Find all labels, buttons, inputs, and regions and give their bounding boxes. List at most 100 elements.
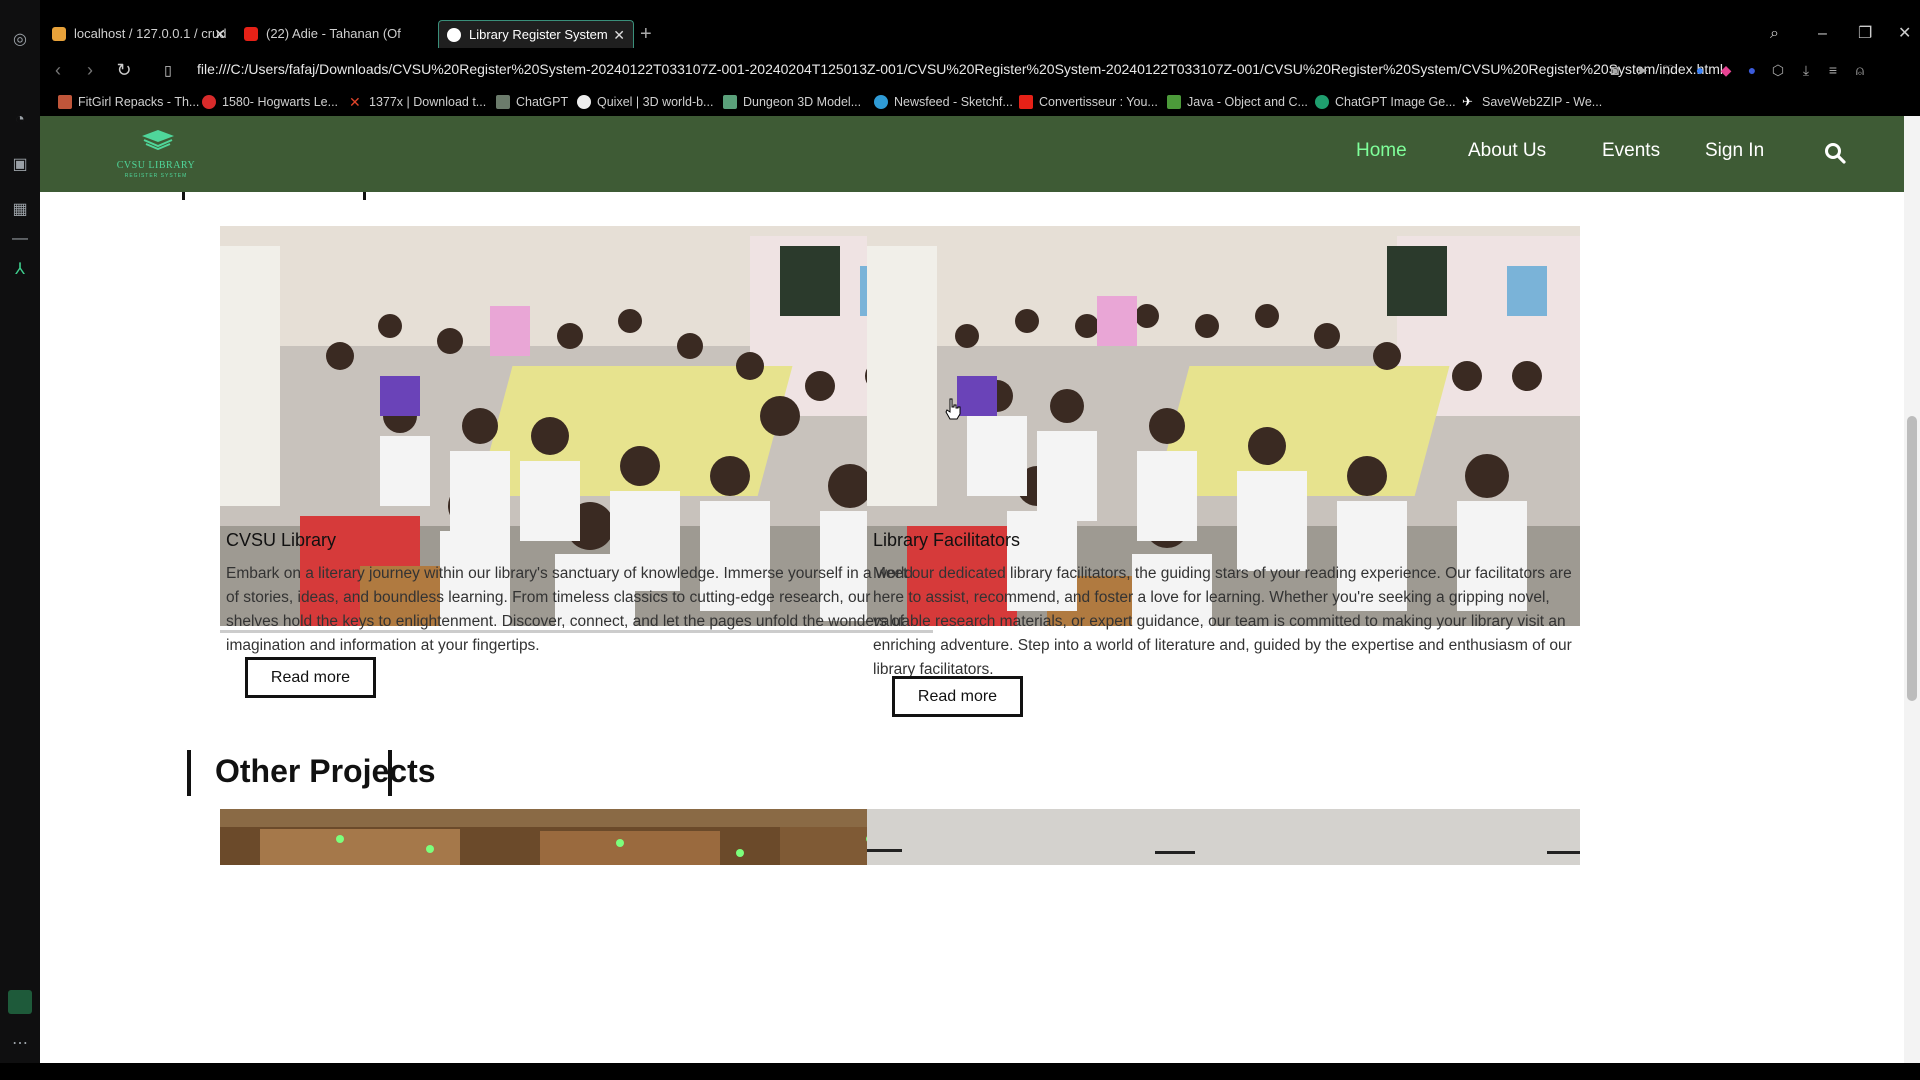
nav-events[interactable]: Events [1602, 140, 1660, 162]
card-description: Meet our dedicated library facilitators,… [873, 565, 1572, 678]
reload-icon[interactable]: ↻ [112, 58, 136, 82]
speed-dial-icon[interactable]: ◔ [8, 108, 32, 132]
bookmark-label: ChatGPT [516, 95, 569, 109]
bookmark-item[interactable]: ChatGPT [496, 92, 568, 112]
bookmark-item[interactable]: FitGirl Repacks - Th... [58, 92, 199, 112]
bookmark-favicon-icon [58, 95, 72, 109]
search-icon[interactable] [1824, 142, 1846, 164]
app-icon[interactable]: ⅄ [8, 258, 32, 282]
new-tab-button[interactable]: + [640, 20, 652, 48]
bookmark-label: Newsfeed - Sketchf... [894, 95, 1013, 109]
heading-divider [187, 750, 191, 796]
heart-icon[interactable]: ♡ [1658, 60, 1678, 80]
briefcase-icon[interactable]: ▣ [8, 153, 32, 177]
menu-icon[interactable]: ≡ [1823, 60, 1843, 80]
file-icon: ▯ [164, 62, 172, 78]
bookmark-favicon-icon [202, 95, 216, 109]
nav-sign-in[interactable]: Sign In [1705, 140, 1764, 162]
restore-icon[interactable]: ❐ [1858, 20, 1872, 48]
forward-icon[interactable]: › [78, 58, 102, 82]
bookmark-favicon-icon [874, 95, 888, 109]
bookmark-favicon-icon [1019, 95, 1033, 109]
heading-divider [182, 192, 185, 200]
tab-title: Library Register System [469, 27, 608, 42]
bookmark-favicon-icon [1315, 95, 1329, 109]
status-bar [0, 1063, 1920, 1080]
active-app-icon[interactable] [8, 990, 32, 1014]
heading-divider [363, 192, 366, 200]
address-bar: ‹ › ↻ ▯ file:///C:/Users/fafaj/Downloads… [40, 52, 1920, 88]
card-title: CVSU Library [226, 530, 337, 550]
bookmark-label: Convertisseur : You... [1039, 95, 1158, 109]
page-viewport: CVSU LIBRARY REGISTER SYSTEM Home About … [40, 116, 1904, 1063]
logo-text: CVSU LIBRARY [116, 160, 196, 171]
bookmark-label: SaveWeb2ZIP - We... [1482, 95, 1603, 109]
bookmark-item[interactable]: Quixel | 3D world-b... [577, 92, 713, 112]
bookmark-label: FitGirl Repacks - Th... [78, 95, 200, 109]
bookmark-favicon-icon: ✕ [349, 94, 361, 110]
globe-icon [447, 28, 461, 42]
bookmark-item[interactable]: Convertisseur : You... [1019, 92, 1158, 112]
bookmark-label: Dungeon 3D Model... [743, 95, 862, 109]
bookmark-label: Quixel | 3D world-b... [597, 95, 714, 109]
page-scrollbar[interactable] [1904, 116, 1920, 1063]
bookmark-label: 1580- Hogwarts Le... [222, 95, 339, 109]
site-logo[interactable]: CVSU LIBRARY REGISTER SYSTEM [108, 126, 204, 182]
bookmarks-bar: FitGirl Repacks - Th... 1580- Hogwarts L… [40, 88, 1920, 116]
cube-icon[interactable]: ⬡ [1768, 60, 1788, 80]
divider-icon: — [12, 230, 28, 247]
send-icon[interactable]: ➤ [1632, 60, 1652, 80]
bookmark-item[interactable]: Java - Object and C... [1167, 92, 1308, 112]
bookmark-favicon-icon [723, 95, 737, 109]
download-icon[interactable]: ⤓ [1796, 60, 1816, 80]
bookmark-item[interactable]: ✕ 1377x | Download t... [349, 92, 486, 112]
bookmark-item[interactable]: ✈ SaveWeb2ZIP - We... [1462, 92, 1602, 112]
book-stack-icon [142, 130, 174, 150]
profile-icon[interactable]: ⍝ [1850, 60, 1870, 80]
close-icon[interactable]: ✕ [214, 20, 226, 48]
back-icon[interactable]: ‹ [46, 58, 70, 82]
extension-icon[interactable]: ● [1742, 60, 1762, 80]
bookmark-item[interactable]: Newsfeed - Sketchf... [874, 92, 1013, 112]
bookmark-favicon-icon [496, 95, 510, 109]
browser-menu-icon[interactable]: ◎ [8, 28, 32, 52]
phpmyadmin-icon [52, 27, 66, 41]
scrollbar-thumb[interactable] [1907, 416, 1917, 701]
tab-youtube[interactable]: (22) Adie - Tahanan (Of ✕ [236, 20, 466, 48]
tab-bar: localhost / 127.0.0.1 / crud ✕ (22) Adie… [40, 16, 1920, 52]
project-image [867, 809, 1580, 865]
tab-library-register[interactable]: Library Register System ✕ [438, 20, 634, 48]
url-field[interactable]: file:///C:/Users/fafaj/Downloads/CVSU%20… [197, 61, 1723, 77]
nav-about-us[interactable]: About Us [1468, 140, 1546, 162]
bookmark-item[interactable]: Dungeon 3D Model... [723, 92, 861, 112]
bookmark-label: Java - Object and C... [1187, 95, 1308, 109]
tab-title: (22) Adie - Tahanan (Of [266, 26, 401, 41]
search-tabs-icon[interactable]: ⌕ [1770, 20, 1779, 48]
bookmark-favicon-icon [1167, 95, 1181, 109]
bookmark-label: 1377x | Download t... [369, 95, 487, 109]
read-more-button[interactable]: Read more [892, 676, 1023, 717]
card-description: Embark on a literary journey within our … [226, 565, 913, 654]
minimize-icon[interactable]: – [1818, 20, 1827, 48]
more-icon[interactable]: ⋯ [8, 1032, 32, 1056]
bookmark-label: ChatGPT Image Ge... [1335, 95, 1456, 109]
tab-title: localhost / 127.0.0.1 / crud [74, 26, 227, 41]
camera-icon[interactable]: ◙ [1605, 60, 1625, 80]
read-more-button[interactable]: Read more [245, 657, 376, 698]
close-icon[interactable]: ✕ [613, 21, 625, 48]
youtube-icon [244, 27, 258, 41]
tab-phpmyadmin[interactable]: localhost / 127.0.0.1 / crud ✕ [44, 20, 234, 48]
logo-subtext: REGISTER SYSTEM [124, 173, 188, 179]
wall-image [867, 809, 1580, 865]
bookmark-item[interactable]: 1580- Hogwarts Le... [202, 92, 338, 112]
browser-sidebar: ◎ ◔ ▣ ▦ — ⅄ ⋯ [0, 0, 40, 1080]
bookmark-favicon-icon: ✈ [1462, 94, 1473, 109]
nav-home[interactable]: Home [1356, 140, 1407, 162]
extensions-icon[interactable]: ▦ [8, 198, 32, 222]
close-window-icon[interactable]: ✕ [1898, 20, 1911, 48]
bookmark-item[interactable]: ChatGPT Image Ge... [1315, 92, 1456, 112]
hand-cursor-icon [945, 398, 961, 420]
extension-icon[interactable]: ● [1690, 60, 1710, 80]
section-heading-other-projects: Other Projects [215, 753, 436, 789]
extension-icon[interactable]: ◆ [1716, 60, 1736, 80]
